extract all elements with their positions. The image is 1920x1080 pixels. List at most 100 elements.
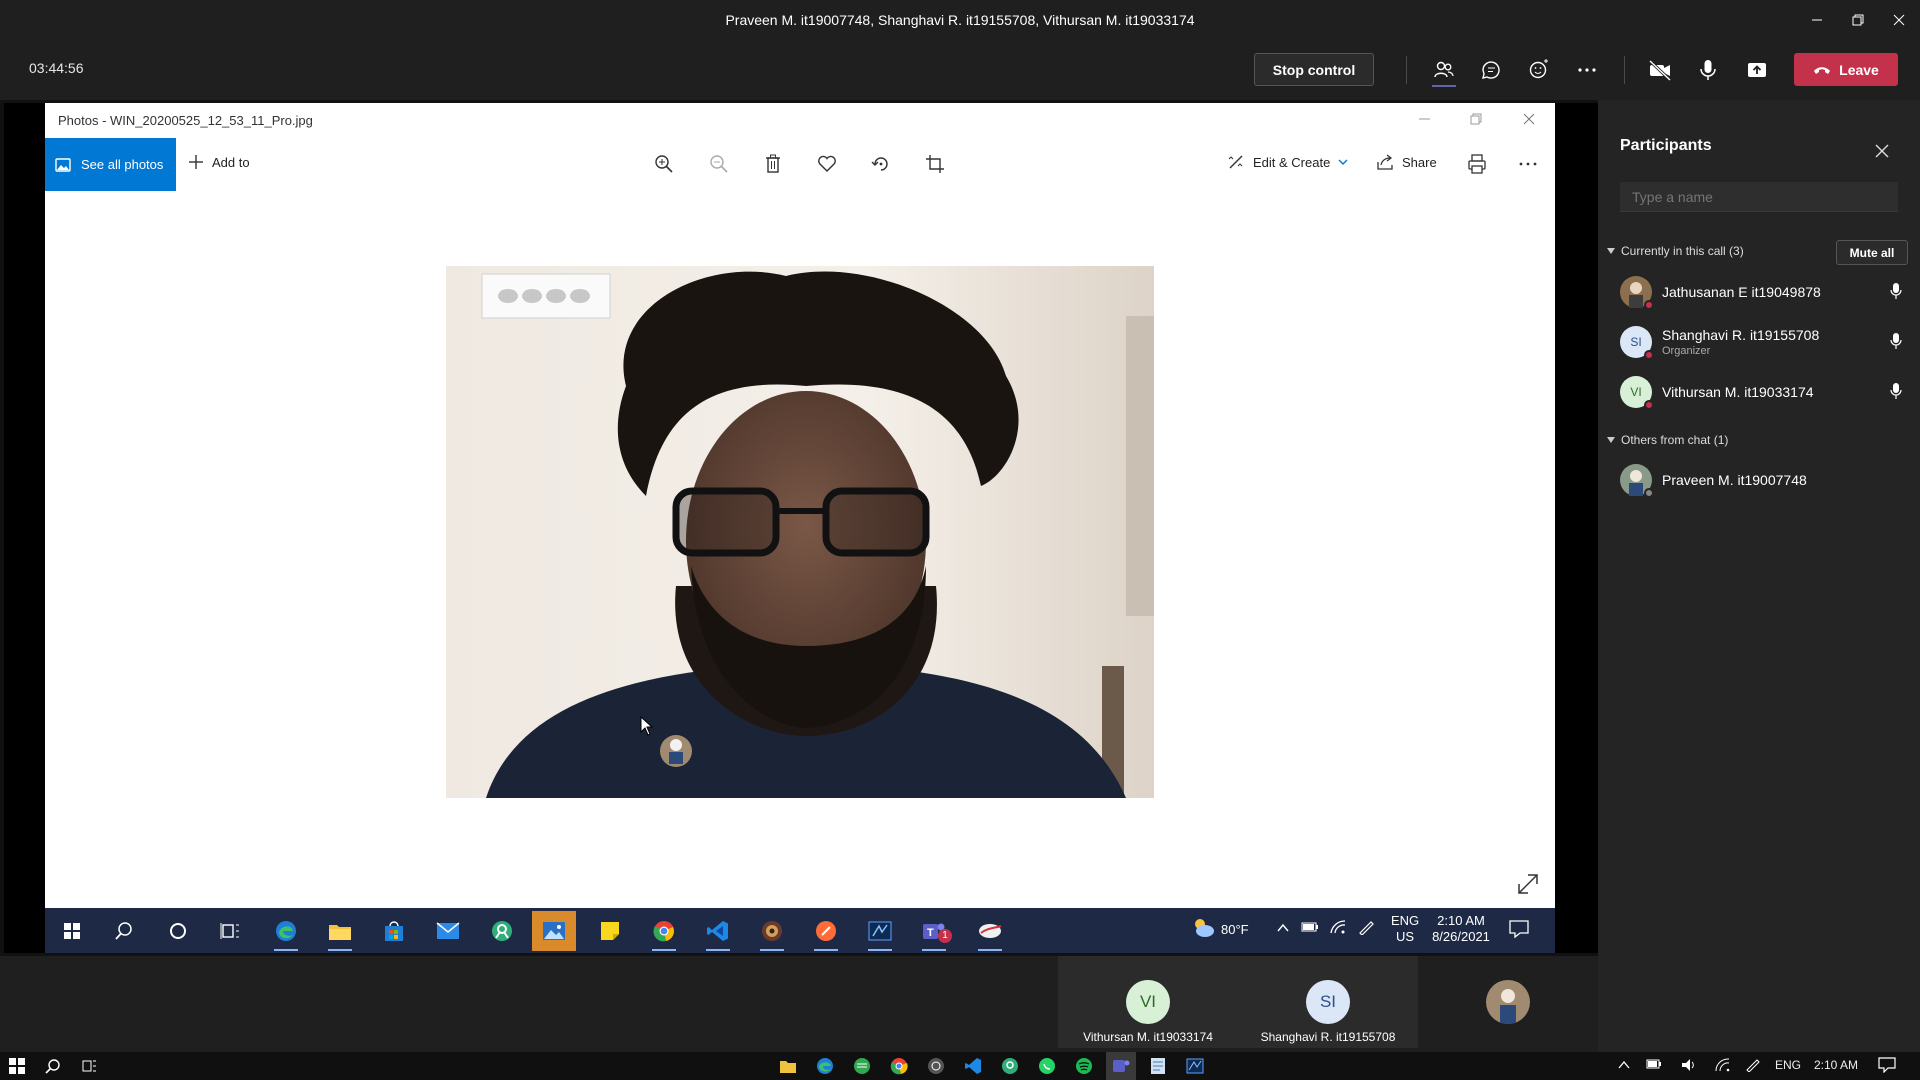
search-button[interactable] — [102, 911, 146, 951]
participant-row[interactable]: VI Vithursan M. it19033174 — [1620, 370, 1910, 414]
taskbar-app[interactable] — [995, 1052, 1025, 1080]
taskbar-app-edge[interactable] — [264, 911, 308, 951]
weather-widget[interactable] — [1190, 915, 1216, 941]
see-all-photos-button[interactable]: See all photos — [45, 138, 176, 191]
taskbar-app-file-explorer[interactable] — [318, 911, 362, 951]
phone-icon — [1814, 66, 1831, 74]
show-hidden-icons-button[interactable] — [1276, 922, 1290, 934]
show-hidden-icons-button[interactable] — [1618, 1060, 1630, 1070]
taskbar-app-teams[interactable] — [1106, 1052, 1136, 1080]
print-button[interactable] — [1462, 149, 1492, 179]
rotate-button[interactable] — [866, 149, 896, 179]
game-icon — [762, 921, 782, 941]
avatar: SI — [1620, 326, 1654, 360]
restore-button[interactable] — [1835, 0, 1881, 40]
photos-title: Photos - WIN_20200525_12_53_11_Pro.jpg — [58, 113, 313, 128]
taskbar-app-edge[interactable] — [810, 1052, 840, 1080]
volume-button[interactable] — [1681, 1058, 1697, 1072]
taskbar-app-notepad[interactable] — [1143, 1052, 1173, 1080]
action-center-button[interactable] — [1508, 919, 1530, 939]
video-tile[interactable]: SI Shanghavi R. it19155708 — [1238, 956, 1418, 1048]
displayed-photo[interactable] — [446, 266, 1154, 798]
taskbar-app-photos[interactable] — [532, 911, 576, 951]
taskbar-app-chrome[interactable] — [642, 911, 686, 951]
taskbar-app-game[interactable] — [750, 911, 794, 951]
language-indicator[interactable]: ENG US — [1391, 913, 1419, 945]
add-to-button[interactable]: Add to — [188, 154, 250, 170]
zoom-out-button[interactable] — [704, 149, 734, 179]
cortana-button[interactable] — [156, 911, 200, 951]
taskbar-app-postman[interactable] — [804, 911, 848, 951]
clock[interactable]: 2:10 AM 8/26/2021 — [1428, 913, 1494, 945]
share-button[interactable]: Share — [1376, 153, 1437, 171]
battery-indicator[interactable] — [1646, 1058, 1662, 1070]
windows-icon — [9, 1058, 25, 1074]
taskbar-app-store[interactable] — [372, 911, 416, 951]
in-call-section-toggle[interactable]: Currently in this call (3) — [1607, 244, 1744, 258]
mic-toggle-button[interactable] — [1690, 53, 1726, 87]
self-video-tile[interactable] — [1418, 956, 1598, 1048]
pen-indicator[interactable] — [1745, 1058, 1761, 1072]
camera-toggle-button[interactable] — [1642, 53, 1678, 87]
taskbar-app[interactable] — [968, 911, 1012, 951]
weather-icon — [1195, 919, 1214, 937]
zoom-in-icon — [655, 155, 673, 173]
close-panel-button[interactable] — [1870, 139, 1894, 163]
clock-time[interactable]: 2:10 AM — [1814, 1058, 1858, 1072]
share-tray-button[interactable] — [1739, 53, 1775, 87]
participant-name: Praveen M. it19007748 — [1662, 472, 1807, 488]
taskbar-app-file-explorer[interactable] — [773, 1052, 803, 1080]
battery-indicator[interactable] — [1301, 920, 1319, 934]
full-screen-button[interactable] — [1513, 869, 1543, 899]
more-actions-button[interactable] — [1569, 53, 1605, 87]
reactions-button[interactable] — [1521, 53, 1557, 87]
search-button[interactable] — [38, 1052, 68, 1080]
start-button[interactable] — [2, 1052, 32, 1080]
edit-create-button[interactable]: Edit & Create — [1227, 153, 1348, 171]
zoom-in-button[interactable] — [649, 149, 679, 179]
taskbar-app-chrome[interactable] — [884, 1052, 914, 1080]
stop-control-button[interactable]: Stop control — [1254, 53, 1374, 86]
network-indicator[interactable] — [1715, 1058, 1731, 1072]
taskbar-app-whatsapp[interactable] — [1032, 1052, 1062, 1080]
chat-button[interactable] — [1473, 53, 1509, 87]
taskbar-app[interactable] — [480, 911, 524, 951]
taskbar-app[interactable] — [847, 1052, 877, 1080]
participant-search-input[interactable] — [1620, 182, 1898, 212]
taskbar-app-vscode[interactable] — [696, 911, 740, 951]
action-center-button[interactable] — [1878, 1057, 1896, 1073]
participant-row[interactable]: Jathusanan E it19049878 — [1620, 270, 1910, 314]
taskbar-app-vscode[interactable] — [958, 1052, 988, 1080]
participants-button[interactable] — [1426, 53, 1462, 87]
taskbar-app-mail[interactable] — [426, 911, 470, 951]
leave-button[interactable]: Leave — [1794, 53, 1898, 86]
participant-row[interactable]: Praveen M. it19007748 — [1620, 458, 1910, 502]
pen-indicator[interactable] — [1357, 919, 1375, 935]
favorite-button[interactable] — [812, 149, 842, 179]
participant-row[interactable]: SI Shanghavi R. it19155708 Organizer — [1620, 320, 1910, 364]
task-view-button[interactable] — [208, 911, 252, 951]
task-view-button[interactable] — [74, 1052, 104, 1080]
photos-more-button[interactable] — [1513, 149, 1543, 179]
taskbar-app[interactable] — [921, 1052, 951, 1080]
mic-icon — [1700, 60, 1716, 80]
photos-restore-button[interactable] — [1470, 113, 1484, 125]
mute-all-button[interactable]: Mute all — [1836, 240, 1908, 265]
network-indicator[interactable] — [1329, 919, 1347, 935]
photos-minimize-button[interactable] — [1418, 113, 1432, 125]
taskbar-app-spotify[interactable] — [1069, 1052, 1099, 1080]
delete-button[interactable] — [758, 149, 788, 179]
minimize-button[interactable] — [1794, 0, 1840, 40]
photos-close-button[interactable] — [1522, 113, 1536, 125]
taskbar-app-sticky-notes[interactable] — [588, 911, 632, 951]
close-window-button[interactable] — [1876, 0, 1920, 40]
taskbar-app-teams[interactable]: T 1 — [912, 911, 956, 951]
taskbar-app[interactable] — [1180, 1052, 1210, 1080]
status-dot — [1644, 488, 1654, 498]
video-tile[interactable]: VI Vithursan M. it19033174 — [1058, 956, 1238, 1048]
start-button[interactable] — [50, 911, 94, 951]
language-indicator[interactable]: ENG — [1775, 1058, 1801, 1072]
taskbar-app[interactable] — [858, 911, 902, 951]
others-section-toggle[interactable]: Others from chat (1) — [1607, 433, 1728, 447]
crop-button[interactable] — [920, 149, 950, 179]
